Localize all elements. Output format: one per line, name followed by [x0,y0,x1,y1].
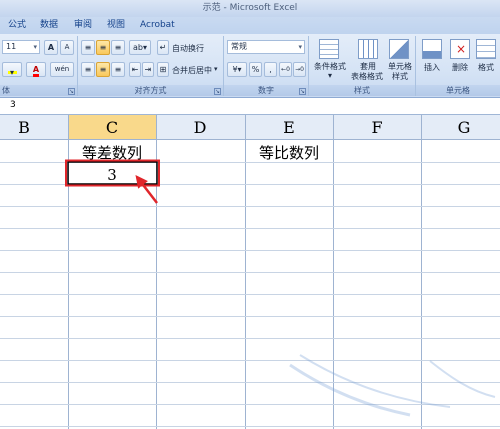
grow-font-button[interactable]: A [44,40,58,55]
tab-view[interactable]: 视图 [107,17,125,34]
percent-button[interactable]: % [249,62,262,77]
cell-e1[interactable]: 等比数列 [259,144,319,162]
increase-indent-button[interactable]: ⇥ [142,62,154,77]
styles-group-label: 样式 [309,85,415,96]
wrap-text-icon: ↵ [159,43,167,52]
align-right-icon: ≡ [114,65,122,74]
ribbon-tabs: 公式 数据 审阅 视图 Acrobat [0,17,500,34]
fill-color-button[interactable]: ▾ [2,62,22,77]
align-left-icon: ≡ [84,65,92,74]
phonetic-label: wén [54,65,70,73]
align-bottom-button[interactable]: ≡ [111,40,125,55]
chevron-down-icon: ▾ [327,71,332,80]
styles-group: 条件格式 ▾ 套用 表格格式 单元格 样式 样式 [309,36,416,96]
text-orientation-icon: ab▾ [133,43,147,52]
chevron-down-icon: ▾ [33,43,37,51]
comma-button[interactable]: , [264,62,277,77]
column-header-b[interactable]: B [18,118,30,137]
align-middle-button[interactable]: ≡ [96,40,110,55]
font-color-letter: A [32,65,40,77]
increase-decimal-button[interactable]: ←0 [279,62,292,77]
number-format-combo[interactable]: 常规 ▾ [227,40,305,54]
chevron-down-icon: ▾ [298,43,302,51]
align-center-button[interactable]: ≡ [96,62,110,77]
font-group: 11 ▾ A A ▾ A wén 体 ↘ [0,36,78,96]
increase-decimal-icon: ←0 [281,66,290,73]
insert-cells-icon[interactable] [422,39,442,59]
decrease-decimal-icon: →0 [295,66,304,73]
cell-styles-icon[interactable] [389,39,409,59]
merge-center-button[interactable]: 合并后居中 [172,65,212,76]
merge-cells-icon: ⊞ [159,65,167,74]
ribbon: 11 ▾ A A ▾ A wén 体 ↘ ≡ ≡ ≡ ab▾ ↵ 自动换行 ≡ … [0,34,500,98]
format-button[interactable]: 格式 [472,62,500,73]
dialog-launcher-icon[interactable]: ↘ [68,88,75,95]
column-header-d[interactable]: D [194,118,207,137]
chevron-down-icon[interactable]: ▾ [214,65,218,73]
font-size-combo[interactable]: 11 ▾ [2,40,40,54]
tab-acrobat[interactable]: Acrobat [140,17,175,34]
row-gridlines [0,162,500,427]
font-group-label: 体 [0,85,77,96]
currency-icon: ¥▾ [232,65,242,74]
column-header-c[interactable]: C [106,118,118,137]
dialog-launcher-icon[interactable]: ↘ [214,88,221,95]
outdent-icon: ⇤ [131,65,139,74]
number-group-label: 数字 [224,85,308,96]
delete-button[interactable]: 删除 [446,62,474,73]
formula-bar-value: 3 [10,100,16,110]
merge-icon-button[interactable]: ⊞ [157,62,169,77]
shrink-font-button[interactable]: A [60,40,74,55]
cells-group-label: 单元格 [416,85,500,96]
font-color-button[interactable]: A [26,62,46,77]
window-title: 示范 - Microsoft Excel [0,0,500,17]
format-as-table-button[interactable]: 表格格式 [345,71,389,82]
cell-c2[interactable]: 3 [107,166,117,184]
number-group: 常规 ▾ ¥▾ % , ←0 →0 数字 ↘ [224,36,309,96]
number-format-value: 常规 [231,42,247,51]
annotation-arrow [135,175,158,204]
cell-c1[interactable]: 等差数列 [82,144,142,162]
column-header-f[interactable]: F [371,118,382,137]
tab-formulas[interactable]: 公式 [8,17,26,34]
tab-review[interactable]: 审阅 [74,17,92,34]
wrap-text-button[interactable]: 自动换行 [172,43,204,54]
align-center-icon: ≡ [99,65,107,74]
align-top-button[interactable]: ≡ [81,40,95,55]
decrease-indent-button[interactable]: ⇤ [129,62,141,77]
orientation-button[interactable]: ab▾ [129,40,151,55]
accounting-format-button[interactable]: ¥▾ [227,62,247,77]
watermark-logo [289,354,496,417]
align-left-button[interactable]: ≡ [81,62,95,77]
align-top-icon: ≡ [84,43,92,52]
font-size-value: 11 [6,42,17,51]
format-as-table-icon[interactable] [358,39,378,59]
column-header-e[interactable]: E [283,118,295,137]
paint-bucket-icon: ▾ [7,66,17,77]
column-header-g[interactable]: G [458,118,471,137]
delete-cells-icon[interactable]: × [450,39,470,59]
decrease-decimal-button[interactable]: →0 [293,62,306,77]
phonetic-button[interactable]: wén [50,62,74,77]
dialog-launcher-icon[interactable]: ↘ [299,88,306,95]
wrap-text-icon-button[interactable]: ↵ [157,40,169,55]
align-right-button[interactable]: ≡ [111,62,125,77]
indent-icon: ⇥ [144,65,152,74]
align-bottom-icon: ≡ [114,43,122,52]
conditional-formatting-icon[interactable] [319,39,339,59]
formula-bar[interactable]: 3 [0,98,500,115]
alignment-group-label: 对齐方式 [78,85,223,96]
worksheet-grid[interactable]: B C D E F G 等差数列 等比数列 3 [0,115,500,429]
alignment-group: ≡ ≡ ≡ ab▾ ↵ 自动换行 ≡ ≡ ≡ ⇤ ⇥ ⊞ 合并后居中 ▾ 对齐方… [78,36,224,96]
format-cells-icon[interactable] [476,39,496,59]
cell-styles-button[interactable]: 样式 [387,71,413,82]
insert-button[interactable]: 插入 [418,62,446,73]
align-middle-icon: ≡ [99,43,107,52]
cells-group: 插入 × 删除 格式 单元格 [416,36,500,96]
tab-data[interactable]: 数据 [40,17,58,34]
